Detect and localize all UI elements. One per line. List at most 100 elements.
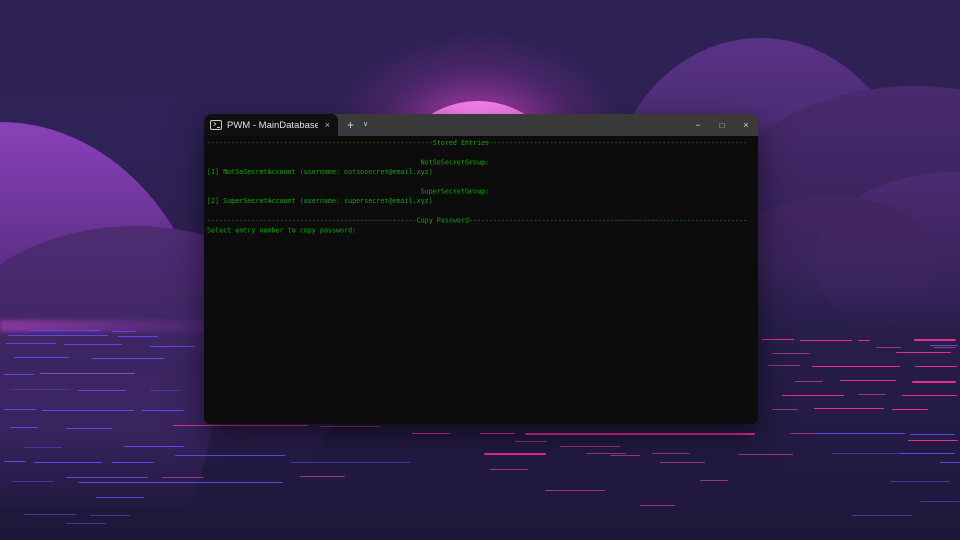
prompt-line: Select entry number to copy password:	[207, 226, 357, 235]
neon-dash	[910, 434, 955, 435]
neon-dash	[912, 381, 956, 383]
neon-dash	[124, 446, 184, 447]
neon-dash	[150, 390, 180, 391]
neon-dash	[762, 339, 794, 340]
blank-line	[207, 206, 758, 216]
neon-dash	[700, 480, 728, 481]
neon-dash	[96, 497, 144, 498]
neon-dash	[142, 410, 184, 411]
neon-dash	[90, 515, 130, 516]
neon-dash	[652, 453, 690, 454]
neon-dash	[940, 462, 960, 463]
neon-dash	[892, 409, 928, 410]
neon-dash	[902, 395, 957, 396]
neon-dash	[896, 352, 951, 353]
neon-dash	[545, 490, 605, 491]
terminal-icon	[210, 120, 222, 130]
neon-dash	[12, 481, 54, 482]
neon-dash	[484, 453, 546, 455]
neon-dash	[900, 453, 955, 454]
maximize-button[interactable]: □	[710, 114, 734, 136]
neon-dash	[40, 373, 135, 374]
neon-dash	[66, 523, 106, 524]
neon-dash	[920, 501, 960, 502]
blank-line	[207, 177, 758, 187]
neon-dash	[560, 446, 620, 447]
title-bar: PWM - MainDatabase × + ∨ − □ ×	[204, 114, 758, 136]
neon-dash	[852, 515, 912, 516]
neon-dash	[515, 441, 547, 442]
neon-dash	[320, 426, 380, 427]
tab-close-icon[interactable]: ×	[323, 120, 332, 130]
neon-dash	[92, 358, 164, 359]
neon-dash	[112, 331, 136, 332]
close-button[interactable]: ×	[734, 114, 758, 136]
neon-dash	[290, 462, 410, 463]
neon-dash	[772, 409, 798, 410]
neon-dash	[173, 425, 308, 426]
hill-right-bump	[728, 196, 938, 326]
neon-dash	[840, 380, 896, 381]
new-tab-button[interactable]: +	[347, 114, 354, 136]
neon-dash	[772, 353, 810, 354]
neon-dash	[738, 454, 793, 455]
neon-dash	[934, 347, 956, 348]
neon-dash	[915, 366, 957, 367]
separator-copy-password: ----------------------------------------…	[207, 217, 748, 225]
neon-dash	[800, 340, 852, 341]
neon-dash	[4, 409, 36, 410]
tab-dropdown-icon[interactable]: ∨	[363, 114, 368, 136]
neon-dash	[300, 476, 345, 477]
neon-dash	[66, 428, 112, 429]
neon-dash	[890, 481, 950, 482]
neon-dash	[914, 339, 956, 341]
neon-dash	[908, 440, 958, 441]
neon-dash	[768, 365, 800, 366]
neon-dash	[175, 455, 285, 456]
minimize-button[interactable]: −	[686, 114, 710, 136]
neon-dash	[112, 462, 154, 463]
neon-dash	[660, 462, 705, 463]
neon-dash	[10, 389, 70, 390]
neon-dash	[610, 455, 640, 456]
neon-dash	[34, 462, 102, 463]
terminal-screen[interactable]: ----------------------------------------…	[204, 136, 758, 424]
neon-dash	[42, 410, 134, 411]
neon-dash	[64, 344, 122, 345]
neon-dash	[150, 346, 195, 347]
neon-dash	[930, 345, 958, 346]
neon-dash	[6, 343, 56, 344]
neon-dash	[66, 477, 148, 478]
entry-1: [1] NotSoSecretAccount (username: notsos…	[207, 168, 433, 177]
neon-dash	[795, 381, 823, 382]
neon-dash	[4, 374, 34, 375]
entry-2: [2] SuperSecretAccount (username: supers…	[207, 197, 433, 206]
neon-dash	[24, 514, 76, 515]
tab-title: PWM - MainDatabase	[227, 119, 318, 131]
group-label-supersecret: SuperSecretGroup:	[207, 188, 490, 196]
neon-dash	[78, 482, 283, 483]
neon-dash	[10, 427, 38, 428]
neon-dash	[782, 395, 844, 396]
neon-dash	[412, 433, 450, 434]
neon-dash	[814, 408, 884, 409]
neon-dash	[24, 447, 62, 448]
neon-dash	[815, 433, 905, 434]
neon-dash	[640, 505, 675, 506]
neon-dash	[14, 357, 69, 358]
neon-dash	[525, 433, 755, 435]
neon-dash	[480, 433, 515, 434]
neon-dash	[30, 330, 100, 331]
group-label-notsosecret: NotSoSecretGroup:	[207, 158, 490, 167]
terminal-output: ----------------------------------------…	[204, 136, 758, 236]
neon-dash	[118, 336, 158, 337]
neon-dash	[78, 390, 126, 391]
neon-dash	[858, 394, 886, 395]
window-controls: − □ ×	[686, 114, 758, 136]
neon-dash	[4, 461, 26, 462]
neon-dash	[858, 340, 870, 341]
tab-pwm-maindatabase[interactable]: PWM - MainDatabase ×	[204, 114, 338, 136]
neon-dash	[8, 335, 108, 336]
neon-dash	[812, 366, 900, 367]
neon-dash	[876, 347, 901, 348]
